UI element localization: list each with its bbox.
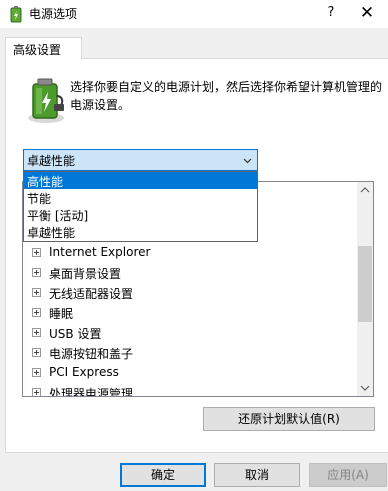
expand-icon[interactable] [32,288,41,297]
dropdown-option-balanced[interactable]: 平衡 [活动] [24,206,257,223]
tree-item[interactable]: USB 设置 [23,323,353,343]
expand-icon[interactable] [32,268,41,277]
plan-description: 选择你要自定义的电源计划，然后选择你希望计算机管理的电源设置。 [70,80,383,112]
tree-item[interactable]: 电源按钮和盖子 [23,343,353,363]
power-plan-dropdown-list[interactable]: 高性能 节能 平衡 [活动] 卓越性能 [23,171,258,242]
tree-item-label: 电源按钮和盖子 [49,347,134,361]
tree-item[interactable]: Internet Explorer [23,243,353,263]
expand-icon[interactable] [32,328,41,337]
expand-icon[interactable] [32,388,41,396]
tree-item-label: 无线适配器设置 [49,287,134,301]
tree-item-label: 桌面背景设置 [49,267,122,281]
dropdown-option-ultimate-performance[interactable]: 卓越性能 [24,223,257,240]
battery-power-icon [28,78,64,123]
power-plan-selected-value: 卓越性能 [27,154,76,168]
apply-button[interactable]: 应用(A) [309,463,387,487]
expand-icon[interactable] [32,348,41,357]
expand-icon[interactable] [32,308,41,317]
chevron-down-icon [243,158,252,164]
tree-item-label: 处理器电源管理 [49,387,134,397]
tree-item[interactable]: 无线适配器设置 [23,283,353,303]
dropdown-option-power-saver[interactable]: 节能 [24,189,257,206]
help-button[interactable]: ? [316,0,346,28]
scroll-up-arrow-icon[interactable] [357,182,373,199]
tree-vertical-scrollbar[interactable] [357,182,373,396]
tree-item-label: USB 设置 [49,327,102,341]
tree-item-label: Internet Explorer [49,245,151,259]
tree-item-label: 睡眠 [49,307,74,321]
tree-item[interactable]: 睡眠 [23,303,353,323]
expand-icon[interactable] [32,248,41,257]
window-title: 电源选项 [29,7,78,21]
expand-icon[interactable] [32,368,41,377]
title-bar: 电源选项 ? ✕ [0,0,388,28]
cancel-button[interactable]: 取消 [214,463,300,487]
power-plan-combobox[interactable]: 卓越性能 [23,149,258,171]
tree-item[interactable]: 处理器电源管理 [23,383,353,397]
scrollbar-thumb[interactable] [358,246,372,322]
close-button[interactable]: ✕ [346,0,388,28]
ok-button[interactable]: 确定 [120,463,206,487]
power-options-icon [10,6,22,23]
dropdown-option-high-performance[interactable]: 高性能 [24,172,257,189]
scroll-down-arrow-icon[interactable] [357,379,373,396]
restore-defaults-button[interactable]: 还原计划默认值(R) [203,407,375,431]
tree-item-label: PCI Express [49,365,119,379]
tab-advanced-settings[interactable]: 高级设置 [5,37,82,59]
tree-item[interactable]: 桌面背景设置 [23,263,353,283]
tree-item[interactable]: PCI Express [23,363,353,383]
